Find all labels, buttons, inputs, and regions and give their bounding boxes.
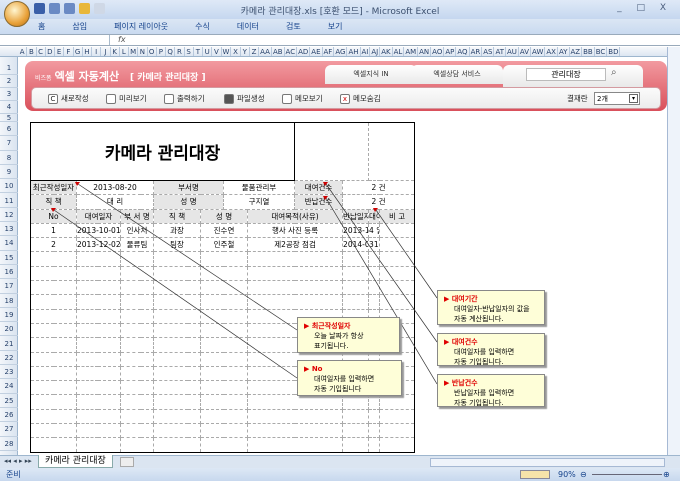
- memo-connector-lines: [51, 182, 438, 385]
- memo-rental-period: 대여기간대여일자-반납일자의 값을자동 계산됩니다.: [437, 290, 545, 325]
- horizontal-scrollbar[interactable]: [430, 458, 665, 467]
- office-button[interactable]: [4, 1, 30, 27]
- insert-sheet-icon[interactable]: [120, 457, 134, 467]
- status-bar: 준비 90% ⊖ ⊕: [0, 468, 680, 481]
- zoom-in-icon[interactable]: ⊕: [663, 468, 670, 481]
- zoom-slider[interactable]: [592, 474, 662, 475]
- sheet-tab-camera[interactable]: 카메라 관리대장: [38, 455, 113, 468]
- view-buttons[interactable]: [520, 470, 550, 479]
- memo-rental-count: 대여건수대여일자를 입력하면자동 기입됩니다.: [437, 333, 545, 366]
- zoom-out-icon[interactable]: ⊖: [580, 468, 587, 481]
- sheet-nav-icons[interactable]: ◂◂ ◂ ▸ ▸▸: [4, 457, 32, 465]
- zoom-level[interactable]: 90%: [558, 468, 576, 481]
- memo-last-date: 최근작성일자오늘 날짜가 항상표기됩니다.: [297, 317, 400, 353]
- memo-no: No대여일자를 입력하면자동 기입됩니다: [297, 360, 402, 396]
- status-ready: 준비: [6, 470, 21, 479]
- sheet-tabs-bar: ◂◂ ◂ ▸ ▸▸ 카메라 관리대장: [0, 455, 680, 468]
- memo-return-count: 반납건수반납일자를 입력하면자동 기입됩니다.: [437, 374, 545, 407]
